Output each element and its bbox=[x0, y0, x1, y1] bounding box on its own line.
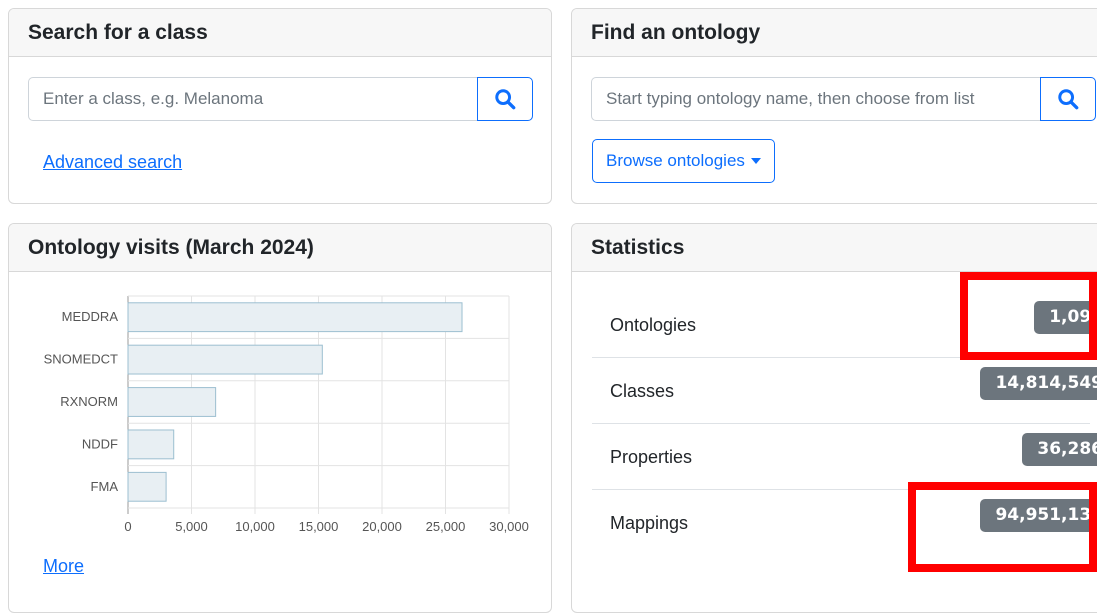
class-search-input[interactable] bbox=[28, 77, 477, 121]
stat-row-properties: Properties 36,286 bbox=[592, 424, 1097, 490]
chart-x-tick-label: 20,000 bbox=[362, 519, 402, 534]
chart-x-tick-label: 5,000 bbox=[175, 519, 208, 534]
chart-bar bbox=[127, 387, 217, 417]
highlight-box-ontologies bbox=[960, 272, 1097, 360]
caret-down-icon bbox=[750, 158, 761, 164]
chart-category-label: RXNORM bbox=[60, 394, 118, 409]
advanced-search-link[interactable]: Advanced search bbox=[43, 152, 182, 173]
stat-label: Ontologies bbox=[610, 315, 697, 335]
search-icon bbox=[1058, 89, 1079, 110]
ontology-search-group bbox=[591, 77, 1096, 121]
ontology-visits-card: Ontology visits (March 2024) 0 5,000 10,00… bbox=[8, 223, 552, 613]
chart-category-label: MEDDRA bbox=[62, 309, 119, 324]
chart-category-label: FMA bbox=[91, 479, 119, 494]
ontology-visits-title: Ontology visits (March 2024) bbox=[9, 224, 551, 272]
stat-label: Classes bbox=[610, 381, 675, 401]
chart-x-tick-label: 25,000 bbox=[426, 519, 466, 534]
statistics-title: Statistics bbox=[572, 224, 1097, 272]
chart-bar bbox=[127, 344, 323, 375]
stat-badge: 36,286 bbox=[1022, 433, 1097, 466]
ontology-search-button[interactable] bbox=[1040, 77, 1096, 121]
stat-label: Mappings bbox=[610, 513, 689, 533]
ontology-search-input[interactable] bbox=[591, 77, 1040, 121]
search-icon bbox=[495, 89, 516, 110]
stat-label: Properties bbox=[610, 447, 693, 467]
search-class-title: Search for a class bbox=[9, 9, 551, 57]
browse-ontologies-dropdown[interactable]: Browse ontologies bbox=[592, 139, 775, 183]
chart-category-label: SNOMEDCT bbox=[44, 352, 118, 367]
stat-badge: 14,814,549 bbox=[980, 367, 1097, 400]
find-ontology-card: Find an ontology Browse ontologies bbox=[571, 8, 1097, 204]
chart-x-tick-label: 30,000 bbox=[489, 519, 529, 534]
ontology-visits-chart: 0 5,000 10,000 15,000 20,000 25,000 30,000 MEDD… bbox=[44, 295, 529, 534]
browse-ontologies-label: Browse ontologies bbox=[606, 151, 745, 170]
find-ontology-title: Find an ontology bbox=[572, 9, 1097, 57]
search-class-card: Search for a class Advanced search bbox=[8, 8, 552, 204]
chart-bar bbox=[127, 302, 463, 333]
chart-category-label: NDDF bbox=[82, 436, 118, 451]
chart-bar bbox=[127, 429, 175, 460]
class-search-group bbox=[28, 77, 533, 121]
stat-row-classes: Classes 14,814,549 bbox=[592, 358, 1097, 424]
class-search-button[interactable] bbox=[477, 77, 533, 121]
chart-x-tick-label: 10,000 bbox=[235, 519, 275, 534]
highlight-box-mappings bbox=[908, 482, 1097, 572]
chart-x-tick-label: 0 bbox=[124, 519, 131, 534]
more-link[interactable]: More bbox=[43, 556, 84, 577]
chart-x-tick-label: 15,000 bbox=[299, 519, 339, 534]
chart-bar bbox=[127, 471, 167, 502]
